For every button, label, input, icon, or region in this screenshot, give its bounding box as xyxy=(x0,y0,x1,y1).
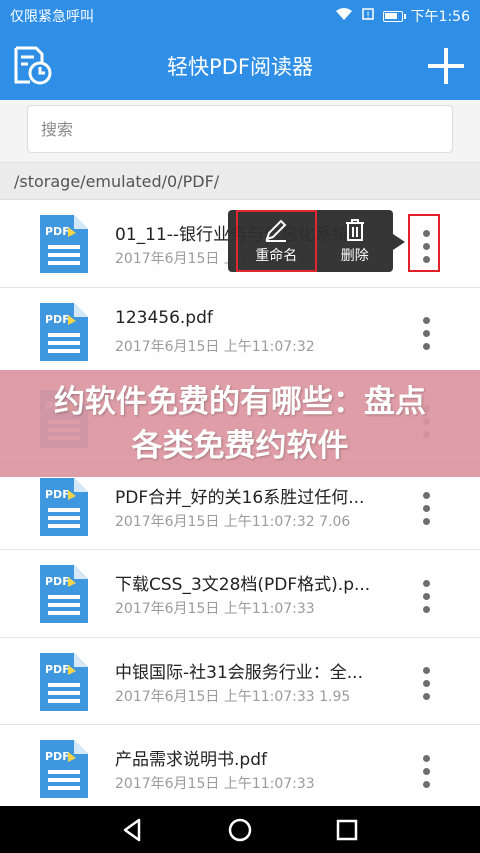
file-row[interactable]: PDF 中银国际-社31会服务行业：全... 2017年6月15日 上午11:0… xyxy=(0,637,480,725)
file-meta: 2017年6月15日 上午11:07:32 xyxy=(115,338,315,355)
status-icons: ! 下午1:56 xyxy=(335,6,470,26)
home-icon[interactable] xyxy=(226,816,254,844)
pencil-icon xyxy=(265,219,287,242)
file-meta: 2017年6月15日 上午11:07:32 7.06 xyxy=(115,513,351,530)
delete-button[interactable]: 删除 xyxy=(317,210,394,272)
status-bar: 仅限紧急呼叫 ! 下午1:56 xyxy=(0,0,480,32)
battery-icon xyxy=(382,10,406,22)
more-options-icon[interactable] xyxy=(410,486,442,532)
file-row[interactable]: PDF 下载CSS_3文28档(PDF格式).p... 2017年6月15日 上… xyxy=(0,550,480,638)
svg-text:PDF: PDF xyxy=(45,225,70,238)
search-area xyxy=(0,100,480,162)
file-row[interactable]: PDF 123456.pdf 2017年6月15日 上午11:07:32 xyxy=(0,287,480,375)
more-options-icon[interactable] xyxy=(410,661,442,707)
file-name: 产品需求说明书.pdf xyxy=(115,750,267,770)
back-icon[interactable] xyxy=(119,816,147,844)
pdf-file-icon: PDF xyxy=(38,213,90,275)
svg-text:PDF: PDF xyxy=(45,750,70,763)
app-bar: 轻快PDF阅读器 xyxy=(0,32,480,100)
svg-text:PDF: PDF xyxy=(45,488,70,501)
file-meta: 2017年6月15日 上午11:07:33 1.95 xyxy=(115,688,351,705)
rename-button[interactable]: 重命名 xyxy=(236,210,317,272)
svg-text:PDF: PDF xyxy=(45,663,70,676)
file-row[interactable]: PDF 产品需求说明书.pdf 2017年6月15日 上午11:07:33 xyxy=(0,725,480,813)
more-options-icon[interactable] xyxy=(410,311,442,357)
file-name: 下载CSS_3文28档(PDF格式).p... xyxy=(115,575,371,595)
svg-text:PDF: PDF xyxy=(45,313,70,326)
file-name: 123456.pdf xyxy=(115,307,213,328)
overlay-text: 约软件免费的有哪些：盘点各类免费约软件 xyxy=(54,383,426,464)
file-name: 中银国际-社31会服务行业：全... xyxy=(115,662,363,683)
svg-text:PDF: PDF xyxy=(45,575,70,588)
current-path: /storage/emulated/0/PDF/ xyxy=(14,171,220,191)
file-meta: 2017年6月15日 上午11:07:33 xyxy=(115,601,315,617)
pdf-file-icon: PDF xyxy=(38,563,90,625)
pdf-file-icon: PDF xyxy=(38,651,90,713)
file-meta: 2017年6月15日 上午11:07:33 xyxy=(115,776,315,792)
status-time: 下午1:56 xyxy=(410,9,470,25)
rename-label: 重命名 xyxy=(255,248,298,264)
more-options-highlight xyxy=(408,214,440,272)
recents-icon[interactable] xyxy=(333,816,361,844)
more-options-icon[interactable] xyxy=(410,748,442,794)
status-carrier-text: 仅限紧急呼叫 xyxy=(10,9,94,25)
wifi-icon xyxy=(335,7,353,25)
pdf-file-icon: PDF xyxy=(38,476,90,538)
navigation-bar xyxy=(0,806,480,853)
alarm-icon: ! xyxy=(361,7,375,25)
app-title: 轻快PDF阅读器 xyxy=(167,55,313,79)
delete-label: 删除 xyxy=(340,248,369,264)
search-box[interactable] xyxy=(27,105,453,153)
overlay-banner: 约软件免费的有哪些：盘点各类免费约软件 xyxy=(0,370,480,477)
file-list: PDF 01_11--银行业务与信息化系统... 2017年6月15日 上午11… xyxy=(0,200,480,813)
pdf-file-icon: PDF xyxy=(38,301,90,363)
more-options-icon[interactable] xyxy=(410,573,442,619)
pdf-file-icon: PDF xyxy=(38,738,90,800)
path-bar: /storage/emulated/0/PDF/ xyxy=(0,162,480,200)
svg-text:!: ! xyxy=(366,11,370,21)
file-action-popup: 重命名 删除 xyxy=(228,210,405,272)
trash-icon xyxy=(345,219,364,241)
plus-icon[interactable] xyxy=(424,44,468,88)
file-name: PDF合并_好的关16系胜过任何... xyxy=(115,487,365,508)
search-input[interactable] xyxy=(41,119,439,139)
